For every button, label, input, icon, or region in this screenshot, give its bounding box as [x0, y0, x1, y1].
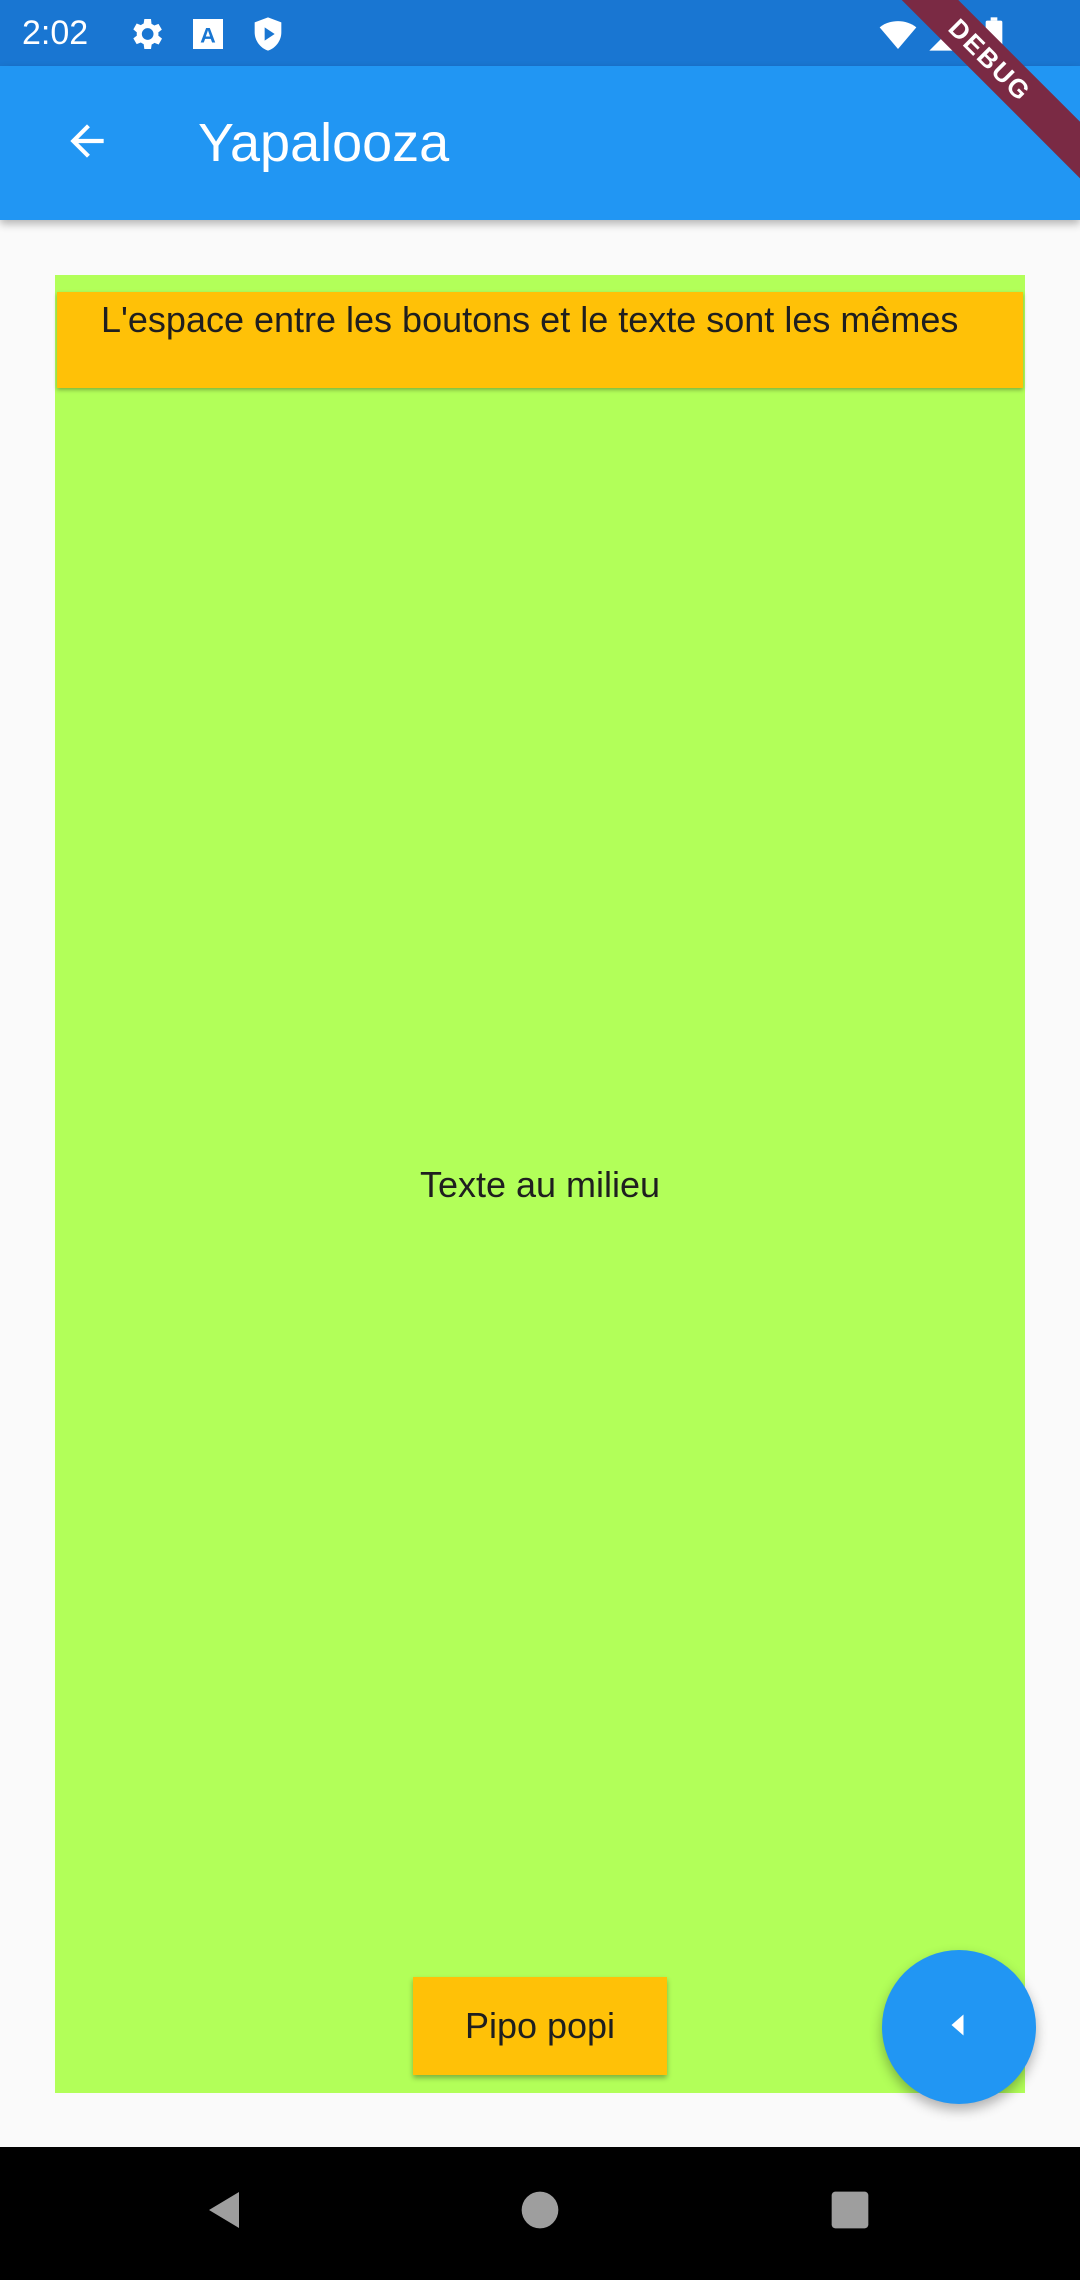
back-button[interactable] — [44, 100, 130, 186]
recents-square-icon — [828, 2188, 872, 2237]
system-nav-bar — [0, 2147, 1080, 2280]
back-triangle-icon — [201, 2186, 249, 2239]
top-button[interactable]: L'espace entre les boutons et le texte s… — [57, 292, 1023, 388]
svg-text:A: A — [200, 22, 216, 47]
shield-play-icon — [248, 14, 288, 54]
nav-recents-button[interactable] — [815, 2177, 885, 2247]
content-container: L'espace entre les boutons et le texte s… — [55, 275, 1025, 2093]
page-title: Yapalooza — [198, 113, 450, 173]
nav-back-button[interactable] — [190, 2177, 260, 2247]
wifi-icon — [878, 14, 918, 54]
home-circle-icon — [518, 2188, 562, 2237]
arrow-back-icon — [62, 116, 112, 171]
status-time: 2:02 — [22, 14, 89, 52]
pipo-popi-button[interactable]: Pipo popi — [413, 1977, 667, 2075]
nav-home-button[interactable] — [505, 2177, 575, 2247]
gear-icon — [126, 14, 166, 54]
app-bar: Yapalooza — [0, 66, 1080, 220]
caret-left-icon — [941, 2007, 977, 2048]
pipo-popi-button-label: Pipo popi — [464, 2005, 616, 2046]
floating-action-button[interactable] — [882, 1950, 1036, 2104]
middle-text: Texte au milieu — [419, 1164, 661, 1205]
font-a-icon: A — [188, 14, 228, 54]
